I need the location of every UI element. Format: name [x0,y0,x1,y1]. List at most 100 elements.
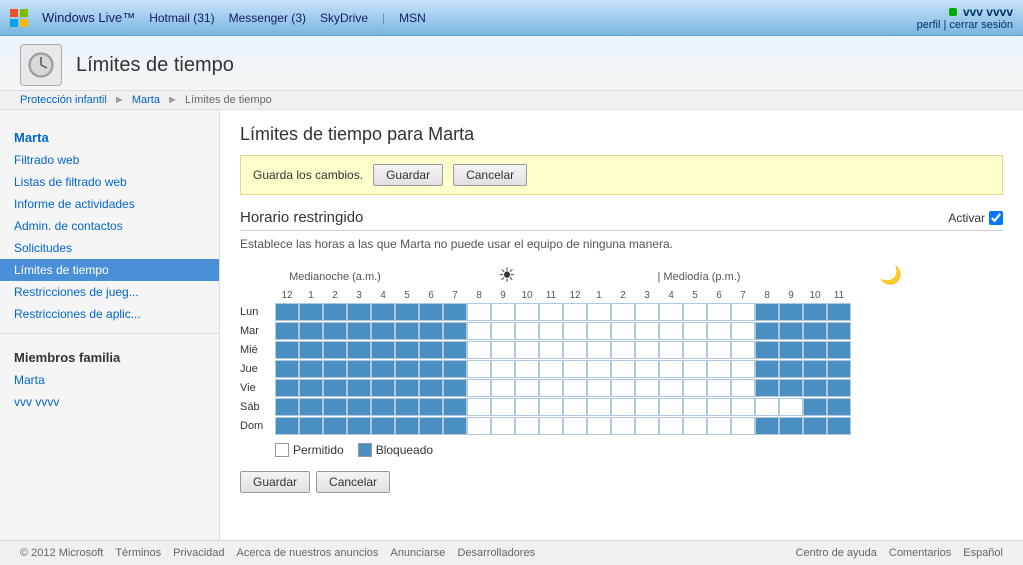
cell-3-11[interactable] [539,360,563,378]
cell-2-3[interactable] [347,341,371,359]
cell-0-11[interactable] [539,303,563,321]
cell-0-19[interactable] [731,303,755,321]
cell-1-15[interactable] [635,322,659,340]
cell-5-10[interactable] [515,398,539,416]
cell-4-8[interactable] [467,379,491,397]
cell-2-4[interactable] [371,341,395,359]
cell-0-2[interactable] [323,303,347,321]
cell-5-2[interactable] [323,398,347,416]
cell-4-22[interactable] [803,379,827,397]
cell-4-6[interactable] [419,379,443,397]
cell-5-22[interactable] [803,398,827,416]
sidebar-member-vvv[interactable]: vvv vvvv [0,391,219,413]
cell-2-11[interactable] [539,341,563,359]
cell-0-22[interactable] [803,303,827,321]
cell-2-17[interactable] [683,341,707,359]
topbar-hotmail[interactable]: Hotmail (31) [149,11,214,25]
cell-5-21[interactable] [779,398,803,416]
cell-1-12[interactable] [563,322,587,340]
footer-anunciarse[interactable]: Anunciarse [390,547,445,559]
topbar-skydrive[interactable]: SkyDrive [320,11,368,25]
cell-5-12[interactable] [563,398,587,416]
cell-4-14[interactable] [611,379,635,397]
cell-6-1[interactable] [299,417,323,435]
cell-3-23[interactable] [827,360,851,378]
cell-3-3[interactable] [347,360,371,378]
cell-1-6[interactable] [419,322,443,340]
cell-2-18[interactable] [707,341,731,359]
cell-6-4[interactable] [371,417,395,435]
cell-3-1[interactable] [299,360,323,378]
cell-0-7[interactable] [443,303,467,321]
cell-5-17[interactable] [683,398,707,416]
cell-1-2[interactable] [323,322,347,340]
activar-checkbox[interactable] [989,211,1003,225]
cell-3-17[interactable] [683,360,707,378]
cell-5-5[interactable] [395,398,419,416]
cell-0-21[interactable] [779,303,803,321]
cell-2-1[interactable] [299,341,323,359]
cell-4-10[interactable] [515,379,539,397]
cell-5-15[interactable] [635,398,659,416]
cell-2-8[interactable] [467,341,491,359]
cell-3-8[interactable] [467,360,491,378]
cell-6-13[interactable] [587,417,611,435]
cell-0-20[interactable] [755,303,779,321]
cell-2-2[interactable] [323,341,347,359]
cell-1-14[interactable] [611,322,635,340]
cell-2-0[interactable] [275,341,299,359]
cell-0-23[interactable] [827,303,851,321]
cell-2-22[interactable] [803,341,827,359]
cancel-button-top[interactable]: Cancelar [453,164,527,186]
cerrar-sesion-link[interactable]: cerrar sesión [949,19,1013,31]
sidebar-item-restricciones-aplic[interactable]: Restricciones de aplic... [0,303,219,325]
cell-6-16[interactable] [659,417,683,435]
cell-1-21[interactable] [779,322,803,340]
cell-1-3[interactable] [347,322,371,340]
cell-2-10[interactable] [515,341,539,359]
cell-2-7[interactable] [443,341,467,359]
cell-3-6[interactable] [419,360,443,378]
sidebar-item-listas-filtrado[interactable]: Listas de filtrado web [0,171,219,193]
cell-6-17[interactable] [683,417,707,435]
cell-3-16[interactable] [659,360,683,378]
cell-0-8[interactable] [467,303,491,321]
cell-4-9[interactable] [491,379,515,397]
cell-1-22[interactable] [803,322,827,340]
cell-5-19[interactable] [731,398,755,416]
cell-5-0[interactable] [275,398,299,416]
cell-5-4[interactable] [371,398,395,416]
cell-6-11[interactable] [539,417,563,435]
cell-4-17[interactable] [683,379,707,397]
topbar-messenger[interactable]: Messenger (3) [229,11,306,25]
cell-1-10[interactable] [515,322,539,340]
cell-2-13[interactable] [587,341,611,359]
cell-1-4[interactable] [371,322,395,340]
cell-4-7[interactable] [443,379,467,397]
cell-6-12[interactable] [563,417,587,435]
cell-0-14[interactable] [611,303,635,321]
cell-3-7[interactable] [443,360,467,378]
cell-3-9[interactable] [491,360,515,378]
cell-1-13[interactable] [587,322,611,340]
cell-4-2[interactable] [323,379,347,397]
cell-0-1[interactable] [299,303,323,321]
cell-5-3[interactable] [347,398,371,416]
cell-0-9[interactable] [491,303,515,321]
sidebar-item-filtrado-web[interactable]: Filtrado web [0,149,219,171]
cell-3-19[interactable] [731,360,755,378]
footer-privacidad[interactable]: Privacidad [173,547,224,559]
cell-5-9[interactable] [491,398,515,416]
cell-2-14[interactable] [611,341,635,359]
cell-0-6[interactable] [419,303,443,321]
cell-5-18[interactable] [707,398,731,416]
cell-4-1[interactable] [299,379,323,397]
cell-6-9[interactable] [491,417,515,435]
cell-0-10[interactable] [515,303,539,321]
cell-6-2[interactable] [323,417,347,435]
sidebar-item-limites-tiempo[interactable]: Límites de tiempo [0,259,219,281]
cell-2-12[interactable] [563,341,587,359]
sidebar-item-solicitudes[interactable]: Solicitudes [0,237,219,259]
cell-1-17[interactable] [683,322,707,340]
cell-6-14[interactable] [611,417,635,435]
